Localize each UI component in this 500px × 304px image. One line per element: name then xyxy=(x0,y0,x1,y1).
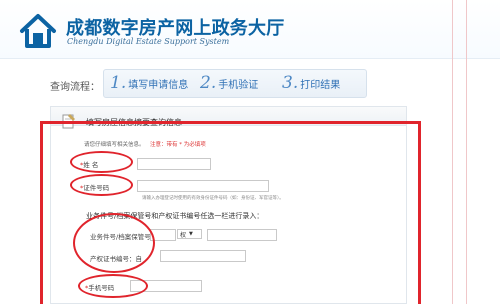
edge-line xyxy=(452,0,453,304)
step-number: 2. xyxy=(200,73,217,93)
steps-label: 查询流程： xyxy=(50,82,100,93)
step-label: 手机验证 xyxy=(218,79,259,91)
step-3: 3. 打印结果 xyxy=(282,73,340,93)
annotation-circle-name xyxy=(70,151,133,173)
steps-bar: 1. 填写申请信息 2. 手机验证 3. 打印结果 xyxy=(103,69,367,98)
annotation-circle-phone xyxy=(78,274,148,298)
step-number: 3. xyxy=(282,73,299,93)
site-subtitle: Chengdu Digital Estate Support System xyxy=(67,37,230,46)
edge-line xyxy=(466,0,467,304)
step-label: 打印结果 xyxy=(300,79,341,91)
house-logo-icon xyxy=(20,14,56,48)
step-label: 填写申请信息 xyxy=(128,79,189,91)
step-1: 1. 填写申请信息 xyxy=(110,73,188,93)
annotation-circle-id xyxy=(70,174,133,196)
step-2: 2. 手机验证 xyxy=(200,73,258,93)
annotation-circle-numbers xyxy=(73,213,155,273)
header-divider xyxy=(0,58,500,59)
step-number: 1. xyxy=(110,73,127,93)
site-header: 成都数字房产网上政务大厅 Chengdu Digital Estate Supp… xyxy=(0,0,500,58)
